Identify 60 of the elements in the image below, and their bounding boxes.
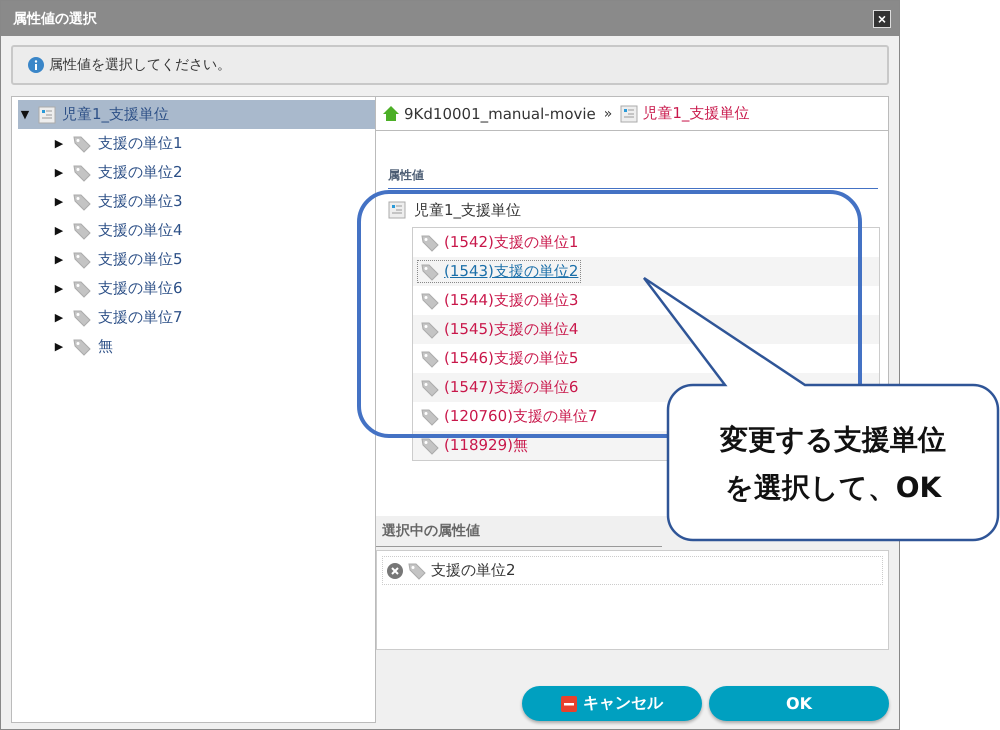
expander-icon[interactable]: ▶: [52, 224, 66, 237]
tag-icon: [420, 262, 440, 280]
tree-item[interactable]: 支援の単位7: [98, 308, 183, 327]
document-icon: [388, 201, 406, 219]
selected-item-label: 支援の単位2: [431, 561, 516, 580]
group-label: 児童1_支援単位: [414, 200, 522, 220]
window-title: 属性値の選択: [13, 10, 97, 28]
expander-icon[interactable]: ▶: [52, 166, 66, 179]
value-item[interactable]: (118929)無: [417, 434, 531, 457]
value-item[interactable]: (1546)支援の単位5: [417, 347, 582, 370]
tree-item[interactable]: 無: [98, 337, 113, 356]
breadcrumb-separator: »: [604, 106, 612, 122]
expander-icon[interactable]: ▶: [52, 311, 66, 324]
expander-icon[interactable]: ▶: [52, 195, 66, 208]
value-item[interactable]: (120760)支援の単位7: [417, 405, 601, 428]
breadcrumb-link[interactable]: 児童1_支援単位: [642, 104, 750, 123]
tag-icon: [72, 280, 92, 298]
document-icon: [38, 106, 56, 124]
tag-icon: [420, 292, 440, 310]
tag-icon: [407, 562, 427, 580]
tag-icon: [72, 134, 92, 152]
close-button[interactable]: ×: [873, 10, 891, 28]
tag-icon: [72, 308, 92, 326]
value-item[interactable]: (1543)支援の単位2: [417, 260, 582, 283]
section-heading: 選択中の属性値: [382, 522, 480, 540]
value-item[interactable]: (1542)支援の単位1: [417, 231, 582, 254]
tag-icon: [72, 164, 92, 182]
tree-item[interactable]: 支援の単位4: [98, 221, 183, 240]
home-icon: [382, 105, 400, 122]
tag-icon: [420, 234, 440, 252]
tag-icon: [420, 436, 440, 454]
info-message: 属性値を選択してください。: [49, 56, 231, 74]
document-icon: [620, 104, 638, 122]
breadcrumb-link[interactable]: 9Kd10001_manual-movie: [404, 104, 596, 122]
value-item[interactable]: (1544)支援の単位3: [417, 289, 582, 312]
expander-icon[interactable]: ▶: [52, 137, 66, 150]
tag-icon: [420, 408, 440, 426]
tag-icon: [72, 222, 92, 240]
expander-icon[interactable]: ▶: [52, 282, 66, 295]
expander-icon[interactable]: ▶: [52, 340, 66, 353]
tag-icon: [72, 192, 92, 210]
callout-text: 変更する支援単位: [720, 422, 946, 458]
tree-item[interactable]: ▼ 児童1_支援単位: [18, 100, 375, 129]
tag-icon: [420, 320, 440, 338]
callout-text: を選択して、OK: [724, 470, 942, 506]
tree-item[interactable]: 支援の単位6: [98, 279, 183, 298]
section-heading: 属性値: [388, 167, 878, 189]
tree-item[interactable]: 支援の単位3: [98, 192, 183, 211]
tag-icon: [72, 250, 92, 268]
tree-item[interactable]: 支援の単位5: [98, 250, 183, 269]
minus-icon: [561, 696, 577, 712]
expander-icon[interactable]: ▼: [18, 108, 32, 121]
expander-icon[interactable]: ▶: [52, 253, 66, 266]
tree-item[interactable]: 支援の単位1: [98, 134, 183, 153]
remove-icon[interactable]: [387, 562, 403, 578]
info-icon: [27, 56, 45, 74]
tag-icon: [420, 350, 440, 368]
tag-icon: [72, 338, 92, 356]
tag-icon: [420, 378, 440, 396]
tree-item[interactable]: 支援の単位2: [98, 163, 183, 182]
